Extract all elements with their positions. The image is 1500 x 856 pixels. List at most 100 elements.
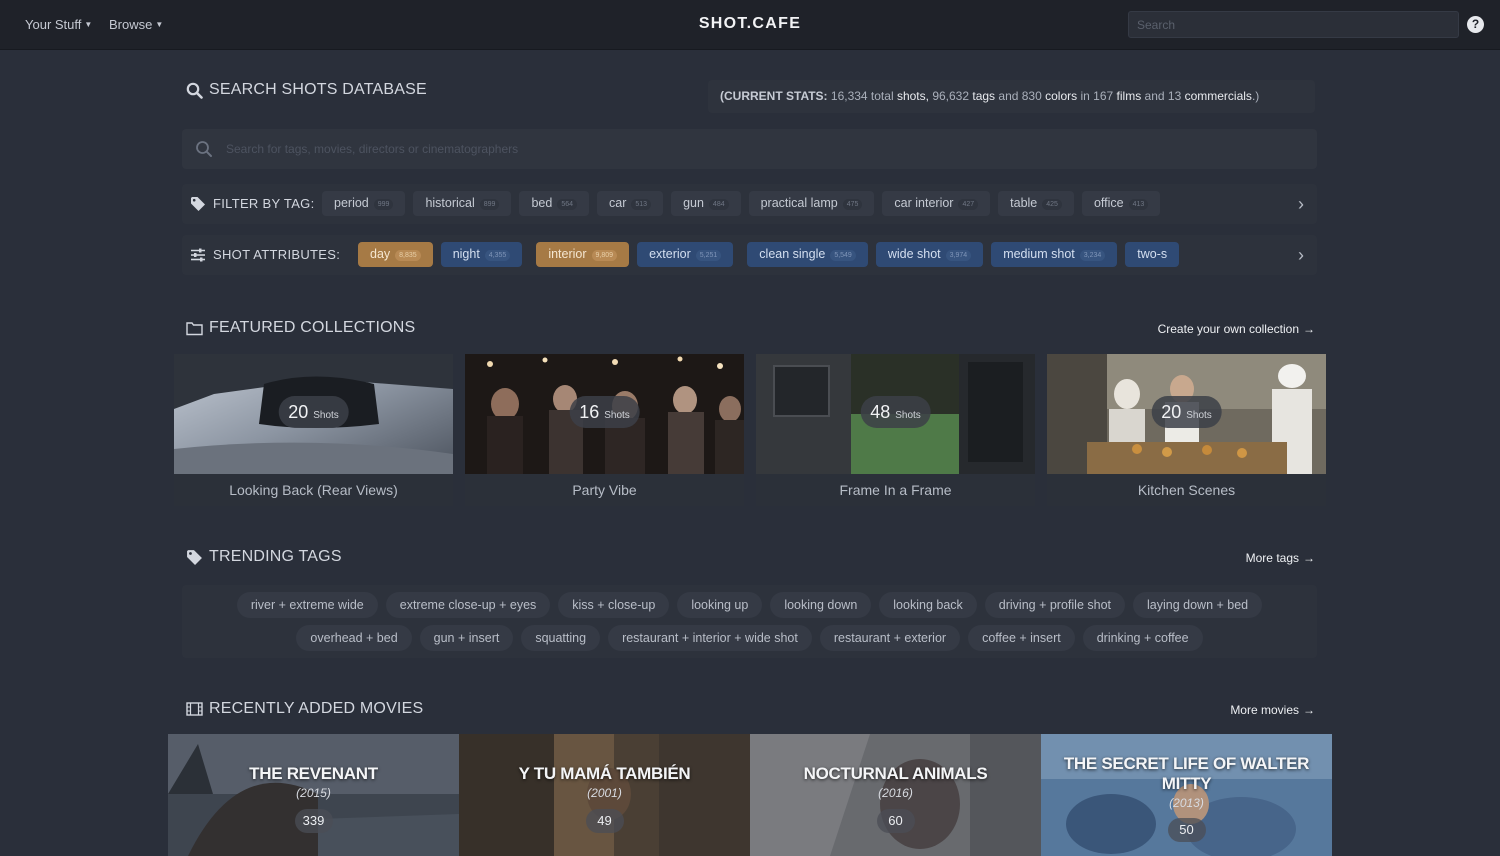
shots-word: Shots bbox=[604, 410, 630, 421]
tag-chip[interactable]: office 413 bbox=[1081, 191, 1161, 216]
trending-tag[interactable]: laying down + bed bbox=[1133, 592, 1263, 618]
attribute-chip-count: 9,809 bbox=[591, 250, 618, 261]
movie-title: NOCTURNAL ANIMALS bbox=[803, 764, 988, 783]
tag-chip-count: 484 bbox=[708, 199, 729, 210]
collection-card[interactable]: 48 Shots Frame In a Frame bbox=[756, 354, 1035, 506]
trending-tag[interactable]: drinking + coffee bbox=[1082, 625, 1203, 651]
attribute-chip-medium-shot[interactable]: medium shot 3,234 bbox=[991, 242, 1118, 267]
collection-card[interactable]: 16 Shots Party Vibe bbox=[465, 354, 744, 506]
collection-card[interactable]: 20 Shots Looking Back (Rear Views) bbox=[174, 354, 453, 506]
tag-chip-count: 513 bbox=[631, 199, 652, 210]
attribute-chip-count: 8,835 bbox=[395, 250, 421, 261]
attribute-chip-two-shot[interactable]: two-s bbox=[1125, 242, 1180, 267]
create-collection-link[interactable]: Create your own collection → bbox=[1158, 322, 1315, 336]
collection-card[interactable]: 20 Shots Kitchen Scenes bbox=[1047, 354, 1326, 506]
chevron-right-icon[interactable]: › bbox=[1293, 246, 1309, 264]
attribute-chip-day[interactable]: day 8,835 bbox=[358, 242, 433, 267]
tag-chip-label: practical lamp bbox=[760, 196, 838, 210]
top-search-input[interactable] bbox=[1128, 11, 1459, 38]
trending-tag[interactable]: river + extreme wide bbox=[236, 592, 378, 618]
tag-chip[interactable]: table 425 bbox=[998, 191, 1074, 216]
search-icon bbox=[186, 82, 203, 99]
attribute-chip-wide-shot[interactable]: wide shot 3,974 bbox=[875, 242, 984, 267]
chevron-right-icon[interactable]: › bbox=[1293, 195, 1309, 213]
attribute-chip-night[interactable]: night 4,355 bbox=[440, 242, 523, 267]
tag-chip-label: period bbox=[334, 196, 369, 210]
trending-tag[interactable]: overhead + bed bbox=[296, 625, 412, 651]
attribute-chip-count: 3,234 bbox=[1079, 250, 1106, 261]
tag-chip[interactable]: practical lamp 475 bbox=[748, 191, 875, 216]
more-movies-link[interactable]: More movies → bbox=[1230, 703, 1315, 717]
your-stuff-menu[interactable]: Your Stuff ▼ bbox=[25, 17, 92, 32]
movie-card[interactable]: THE SECRET LIFE OF WALTER MITTY (2013) 5… bbox=[1041, 734, 1332, 856]
search-section-title: SEARCH SHOTS DATABASE bbox=[186, 81, 427, 99]
movie-shot-count: 60 bbox=[876, 809, 915, 833]
movie-card[interactable]: NOCTURNAL ANIMALS (2016) 60 bbox=[750, 734, 1041, 856]
trending-tag[interactable]: gun + insert bbox=[419, 625, 514, 651]
movie-shot-count: 49 bbox=[585, 809, 624, 833]
more-tags-link[interactable]: More tags → bbox=[1246, 551, 1315, 565]
shot-attributes-row: SHOT ATTRIBUTES: day 8,835 night 4,355 int… bbox=[182, 235, 1317, 275]
trending-tag[interactable]: looking up bbox=[677, 592, 763, 618]
attribute-chip-clean-single[interactable]: clean single 5,549 bbox=[747, 242, 868, 267]
folder-icon bbox=[186, 321, 203, 335]
trending-tag[interactable]: extreme close-up + eyes bbox=[385, 592, 551, 618]
movie-year: (2016) bbox=[878, 786, 913, 800]
shots-word: Shots bbox=[895, 410, 921, 421]
tag-chip[interactable]: gun 484 bbox=[671, 191, 741, 216]
trending-tag[interactable]: squatting bbox=[521, 625, 601, 651]
attribute-chip-count: 5,549 bbox=[830, 250, 856, 261]
tag-chip-count: 413 bbox=[1128, 199, 1149, 210]
stats-colors-word: colors bbox=[1045, 89, 1078, 103]
shots-word: Shots bbox=[313, 410, 339, 421]
help-icon[interactable]: ? bbox=[1467, 16, 1484, 33]
attribute-chip-interior[interactable]: interior 9,809 bbox=[536, 242, 630, 267]
trending-tags-row-2: overhead + bed gun + insert squatting re… bbox=[182, 625, 1317, 651]
movies-section-title: RECENTLY ADDED MOVIES bbox=[186, 700, 423, 718]
movie-card[interactable]: THE REVENANT (2015) 339 bbox=[168, 734, 459, 856]
attribute-chip-label: day bbox=[370, 247, 391, 261]
tag-icon bbox=[187, 549, 202, 565]
database-search-input[interactable] bbox=[226, 135, 1306, 163]
shots-count-badge: 16 Shots bbox=[569, 396, 640, 428]
stats-shots-word: shots, bbox=[896, 89, 929, 103]
stats-colors-count: and 830 bbox=[998, 89, 1042, 103]
tag-chip[interactable]: period 999 bbox=[322, 191, 406, 216]
attribute-chip-label: clean single bbox=[759, 247, 826, 261]
tag-chip-label: historical bbox=[425, 196, 475, 210]
attribute-chip-label: medium shot bbox=[1003, 247, 1075, 261]
tag-icon bbox=[191, 197, 205, 211]
trending-title-text: TRENDING TAGS bbox=[209, 548, 342, 565]
tag-chip-label: office bbox=[1093, 196, 1124, 210]
tag-chip[interactable]: historical 899 bbox=[413, 191, 512, 216]
arrow-right-icon: → bbox=[1303, 551, 1315, 565]
trending-tag[interactable]: looking down bbox=[770, 592, 872, 618]
filter-label-text: FILTER BY TAG: bbox=[213, 196, 315, 211]
tag-chip[interactable]: car 513 bbox=[597, 191, 664, 216]
tag-chip-label: bed bbox=[531, 196, 553, 210]
trending-tag[interactable]: restaurant + interior + wide shot bbox=[608, 625, 812, 651]
attribute-chip-exterior[interactable]: exterior 5,251 bbox=[637, 242, 734, 267]
sliders-icon bbox=[191, 248, 205, 262]
movie-title: THE REVENANT bbox=[249, 764, 378, 783]
movie-year: (2013) bbox=[1169, 796, 1204, 810]
collection-name: Kitchen Scenes bbox=[1137, 482, 1236, 498]
shot-attributes-label: SHOT ATTRIBUTES: bbox=[190, 235, 340, 275]
movie-card[interactable]: Y TU MAMÁ TAMBIÉN (2001) 49 bbox=[459, 734, 750, 856]
shots-count-badge: 20 Shots bbox=[278, 396, 349, 428]
movie-title: THE SECRET LIFE OF WALTER MITTY bbox=[1063, 754, 1310, 793]
trending-tag[interactable]: coffee + insert bbox=[968, 625, 1075, 651]
trending-tag[interactable]: restaurant + exterior bbox=[819, 625, 961, 651]
collections-section-title: FEATURED COLLECTIONS bbox=[186, 319, 415, 337]
trending-tag[interactable]: driving + profile shot bbox=[984, 592, 1125, 618]
browse-menu[interactable]: Browse ▼ bbox=[109, 17, 163, 32]
shots-count-number: 48 bbox=[870, 402, 891, 422]
attribute-chip-label: two-s bbox=[1137, 247, 1168, 261]
movies-title-text: RECENTLY ADDED MOVIES bbox=[209, 700, 424, 717]
trending-tag[interactable]: kiss + close-up bbox=[558, 592, 670, 618]
collections-title-text: FEATURED COLLECTIONS bbox=[209, 319, 416, 336]
tag-chip[interactable]: bed 564 bbox=[519, 191, 589, 216]
tag-chip[interactable]: car interior 427 bbox=[882, 191, 991, 216]
trending-tag[interactable]: looking back bbox=[879, 592, 977, 618]
shots-count-number: 16 bbox=[579, 402, 600, 422]
